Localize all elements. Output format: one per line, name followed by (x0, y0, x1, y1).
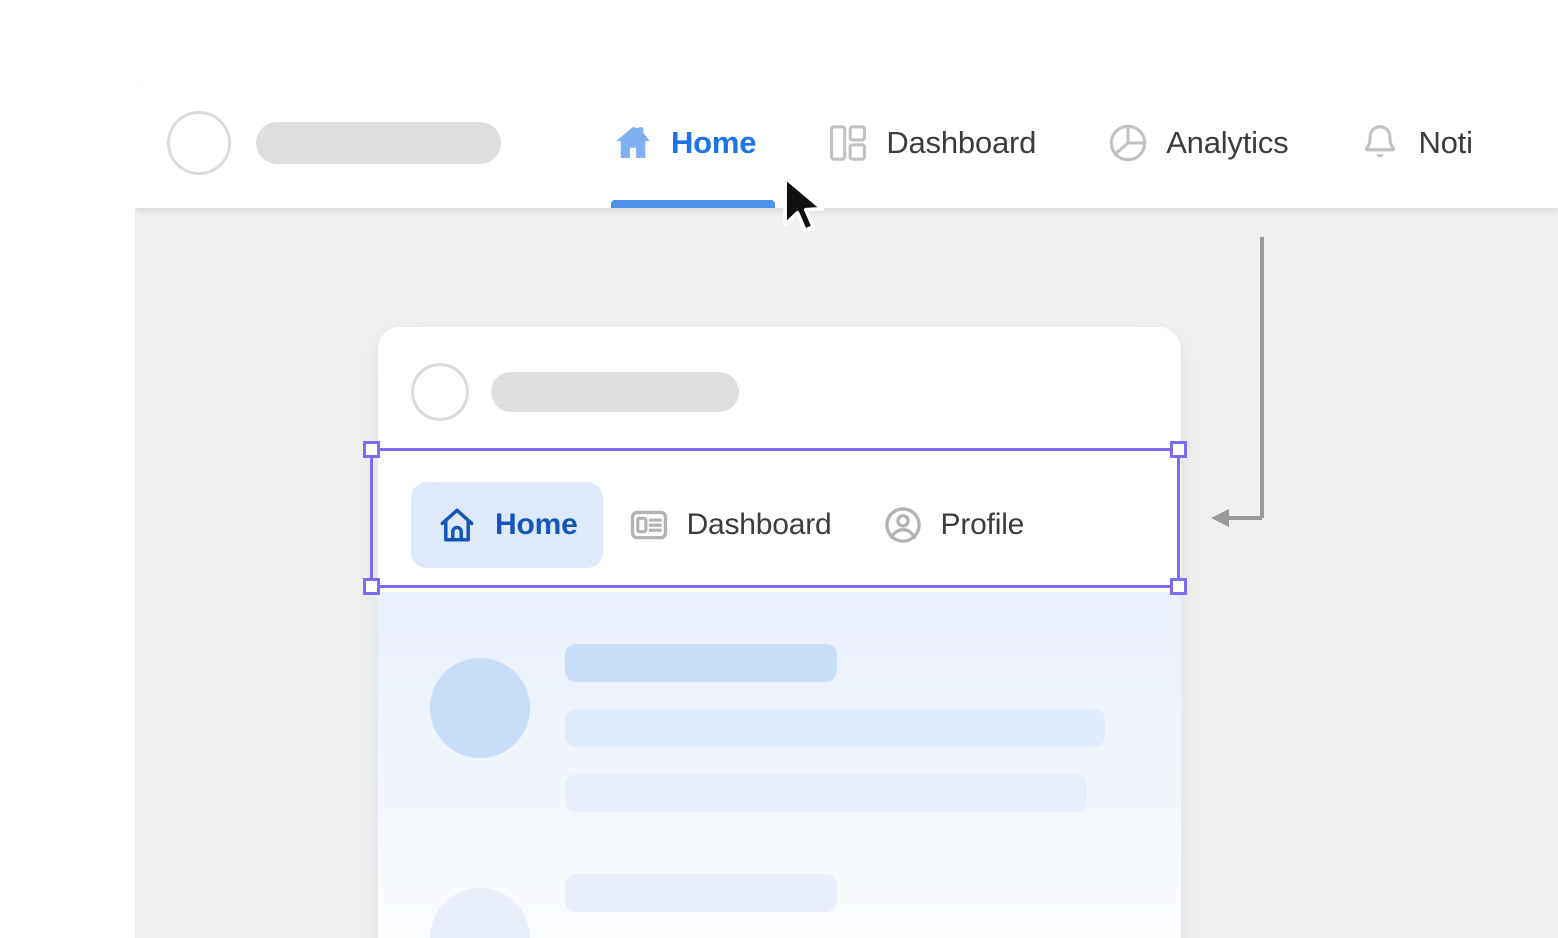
mouse-cursor (783, 175, 825, 233)
top-nav-item-dashboard[interactable]: Dashboard (826, 121, 1036, 165)
top-nav-label-notifications: Noti (1418, 125, 1473, 160)
logo-pill-placeholder (256, 122, 501, 164)
preview-card-body-skeleton (378, 592, 1181, 938)
preview-card-navigation: Home Dashboard Profile (378, 457, 1181, 592)
user-circle-icon (882, 504, 924, 546)
preview-card: Home Dashboard Profile (378, 327, 1181, 938)
top-navigation-bar: Home Dashboard Analytics Noti (135, 78, 1558, 208)
skeleton-line (565, 874, 837, 912)
avatar-circle-placeholder-icon (167, 111, 231, 175)
preview-nav-item-home[interactable]: Home (411, 481, 603, 568)
top-nav-label-analytics: Analytics (1166, 125, 1289, 160)
layout-grid-icon (826, 121, 870, 165)
top-nav-active-indicator (611, 200, 775, 208)
logo-pill-placeholder (491, 372, 739, 412)
bell-icon (1358, 121, 1402, 165)
skeleton-line (565, 774, 1087, 812)
pie-chart-icon (1106, 121, 1150, 165)
preview-nav-item-profile[interactable]: Profile (857, 482, 1050, 568)
top-nav-label-home: Home (671, 125, 757, 160)
top-nav-item-notifications[interactable]: Noti (1358, 121, 1473, 165)
callout-arrow-to-nav (1211, 237, 1264, 527)
top-nav-item-analytics[interactable]: Analytics (1106, 121, 1289, 165)
top-nav-item-list: Home Dashboard Analytics Noti (611, 121, 1473, 165)
preview-nav-label-profile: Profile (940, 507, 1025, 541)
preview-nav-label-dashboard: Dashboard (686, 507, 832, 541)
skeleton-lines (565, 640, 1105, 812)
brand-cluster (167, 111, 501, 175)
home-outline-icon (436, 504, 478, 546)
home-filled-icon (611, 121, 655, 165)
skeleton-avatar (430, 658, 530, 758)
skeleton-avatar (430, 888, 530, 938)
top-nav-item-home[interactable]: Home (611, 121, 757, 165)
id-card-icon (628, 504, 670, 546)
avatar-circle-placeholder-icon (411, 363, 469, 421)
screenshot-root: Home Dashboard Analytics Noti Home Dashb… (0, 0, 1558, 938)
skeleton-line (565, 644, 837, 682)
app-window: Home Dashboard Analytics Noti Home Dashb… (135, 78, 1558, 938)
preview-card-header (378, 327, 1181, 457)
preview-nav-item-dashboard[interactable]: Dashboard (603, 482, 857, 568)
skeleton-row (378, 870, 1181, 938)
top-nav-label-dashboard: Dashboard (886, 125, 1037, 160)
preview-nav-label-home: Home (495, 507, 578, 541)
skeleton-lines (565, 870, 837, 912)
skeleton-line (565, 709, 1105, 747)
skeleton-row (378, 640, 1181, 812)
